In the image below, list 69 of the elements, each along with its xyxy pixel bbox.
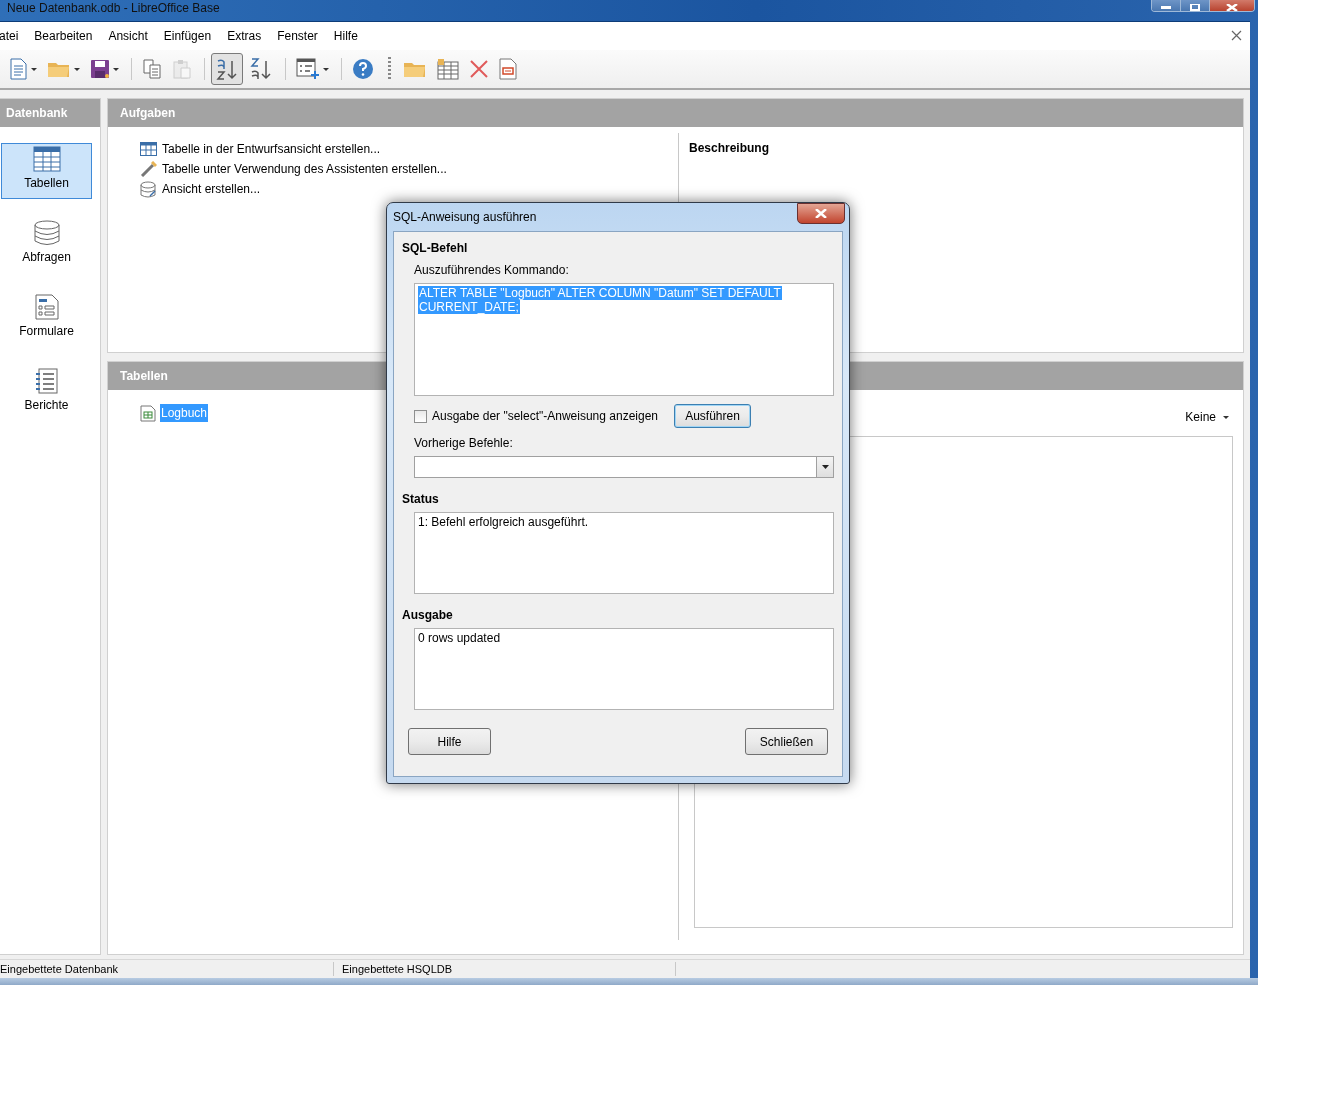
close-button[interactable] [1209, 0, 1254, 11]
caret-icon[interactable] [323, 67, 329, 71]
maximize-button[interactable] [1180, 0, 1209, 11]
output-box: 0 rows updated [414, 628, 834, 710]
window-title: Neue Datenbank.odb - LibreOffice Base [6, 0, 220, 15]
menu-item[interactable]: atei [0, 29, 25, 43]
caret-icon[interactable] [74, 67, 80, 71]
caret-icon [821, 465, 829, 469]
menu-item[interactable]: Ansicht [108, 29, 154, 43]
menu-item[interactable]: Extras [227, 29, 268, 43]
sidebar-item[interactable]: Abfragen [1, 217, 92, 273]
history-dropdown[interactable] [414, 456, 834, 478]
close-icon [1226, 4, 1238, 11]
description-heading: Beschreibung [688, 140, 770, 155]
table-icon [32, 146, 61, 172]
table-icon [140, 142, 157, 156]
status-box: 1: Befehl erfolgreich ausgeführt. [414, 512, 834, 594]
list-icon [34, 368, 59, 394]
sidebar-item[interactable]: Formulare [1, 291, 92, 347]
task-link[interactable]: Tabelle in der Entwurfsansicht erstellen... [140, 141, 678, 157]
close-button[interactable] [797, 202, 845, 224]
help-button[interactable]: Hilfe [408, 728, 491, 755]
form-icon [296, 58, 320, 80]
report-icon [499, 58, 517, 80]
database-icon [140, 180, 157, 198]
minimize-button[interactable] [1152, 0, 1180, 11]
caret-icon [1223, 415, 1229, 419]
table-icon [437, 58, 459, 80]
form-icon [34, 294, 59, 320]
status-text: Eingebettete HSQLDB [334, 962, 676, 976]
table-icon [140, 404, 156, 422]
sidebar-item[interactable]: Tabellen [1, 143, 92, 199]
sidebar-item[interactable]: Berichte [1, 365, 92, 421]
menu-item[interactable]: Hilfe [333, 29, 364, 43]
document-icon [8, 58, 28, 80]
field-label: Auszuführendes Kommando: [413, 263, 570, 277]
panel-header: Datenbank [0, 99, 100, 127]
task-link[interactable]: Tabelle unter Verwendung des Assistenten erstellen... [140, 161, 678, 177]
dialog-title: SQL-Anweisung ausführen [393, 210, 537, 224]
checkbox[interactable]: Ausgabe der "select"-Anweisung anzeigen [414, 409, 658, 423]
close-icon [815, 208, 827, 218]
panel-header: Aufgaben [108, 99, 1243, 127]
delete-icon [469, 59, 489, 79]
section-heading: SQL-Befehl [402, 241, 469, 255]
maximize-icon [1190, 4, 1200, 11]
task-link[interactable]: Ansicht erstellen... [140, 181, 678, 197]
close-dialog-button[interactable]: Schließen [745, 728, 828, 755]
caret-icon[interactable] [113, 67, 119, 71]
copy-icon [142, 59, 162, 79]
execute-button[interactable]: Ausführen [674, 404, 751, 428]
section-heading: Ausgabe [402, 608, 454, 622]
minimize-icon [1161, 6, 1171, 11]
caret-icon[interactable] [31, 67, 37, 71]
floppy-icon [90, 59, 110, 79]
status-text: Eingebettete Datenbank [0, 962, 334, 976]
menu-item[interactable]: Fenster [277, 29, 324, 43]
close-icon[interactable] [1231, 30, 1242, 41]
help-icon [352, 58, 374, 80]
wand-icon [140, 161, 157, 177]
preview-dropdown[interactable]: Keine [1181, 408, 1233, 426]
sort-descending-icon [249, 57, 273, 81]
database-icon [32, 220, 61, 246]
clipboard-icon [172, 59, 192, 79]
toolbar-grip[interactable] [388, 57, 391, 81]
menu-item[interactable]: Einfügen [163, 29, 218, 43]
sort-ascending-icon [215, 57, 239, 81]
menu-item[interactable]: Bearbeiten [34, 29, 99, 43]
field-label: Vorherige Befehle: [413, 436, 514, 450]
section-heading: Status [402, 492, 440, 506]
